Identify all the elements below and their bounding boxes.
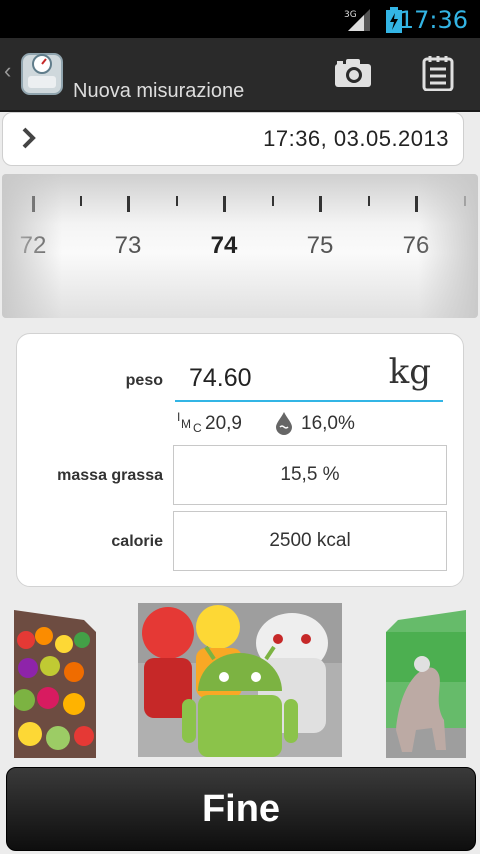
status-time: 17:36 — [398, 6, 468, 34]
ruler-fade-right — [418, 174, 478, 318]
ruler-label-selected: 74 — [210, 232, 238, 259]
ruler-tick — [127, 196, 130, 212]
fine-button[interactable]: Fine — [6, 767, 476, 851]
action-bar: ‹ Nuova misurazione — [0, 38, 480, 112]
calorie-value: 2500 kcal — [269, 530, 351, 551]
measurement-card: peso 74.60 kg I M C 20,9 16,0% massa gra… — [16, 333, 464, 587]
camera-icon[interactable] — [334, 58, 372, 88]
calorie-field[interactable]: 2500 kcal — [173, 511, 447, 571]
android-toys-photo[interactable] — [138, 603, 342, 757]
svg-text:C: C — [193, 421, 202, 433]
peso-unit: kg — [388, 352, 431, 392]
water-drop-icon — [276, 412, 292, 435]
fat-value: 16,0% — [301, 413, 355, 434]
notepad-icon[interactable] — [422, 55, 454, 91]
status-bar: 3G 17:36 — [0, 0, 480, 38]
ruler-label: 75 — [306, 232, 334, 259]
signal-3g-icon: 3G — [344, 9, 370, 31]
peso-label: peso — [125, 372, 163, 389]
photo-carousel[interactable] — [0, 600, 480, 760]
ruler-tick — [368, 196, 370, 206]
imc-icon: I M C — [177, 410, 202, 433]
massa-grassa-value: 15,5 % — [280, 464, 340, 485]
massa-grassa-label: massa grassa — [57, 467, 163, 484]
imc-value: 20,9 — [205, 413, 242, 434]
up-caret-icon[interactable]: ‹ — [4, 58, 11, 84]
svg-text:M: M — [181, 417, 191, 431]
peso-value: 74.60 — [189, 364, 252, 392]
scale-logo-icon[interactable] — [20, 50, 64, 96]
ruler-label: 73 — [114, 232, 142, 259]
date-time-value: 17:36, 03.05.2013 — [263, 126, 449, 151]
page-title: Nuova misurazione — [73, 80, 245, 102]
network-label: 3G — [344, 10, 357, 20]
date-selector[interactable]: 17:36, 03.05.2013 — [2, 112, 464, 166]
sculpture-park-photo[interactable] — [386, 610, 466, 758]
ruler-fade-left — [2, 174, 62, 318]
fruit-market-photo[interactable] — [14, 610, 96, 758]
massa-grassa-field[interactable]: 15,5 % — [173, 445, 447, 505]
ruler-tick — [176, 196, 178, 206]
svg-text:I: I — [177, 410, 180, 424]
ruler-tick — [319, 196, 322, 212]
ruler-tick — [223, 196, 226, 212]
peso-input[interactable]: 74.60 kg — [175, 352, 443, 402]
fine-button-label: Fine — [201, 788, 281, 830]
ruler-tick — [80, 196, 82, 206]
chevron-right-icon — [22, 127, 36, 149]
calorie-label: calorie — [111, 533, 163, 550]
weight-ruler[interactable]: 72 73 74 75 76 — [2, 174, 478, 318]
ruler-tick — [272, 196, 274, 206]
